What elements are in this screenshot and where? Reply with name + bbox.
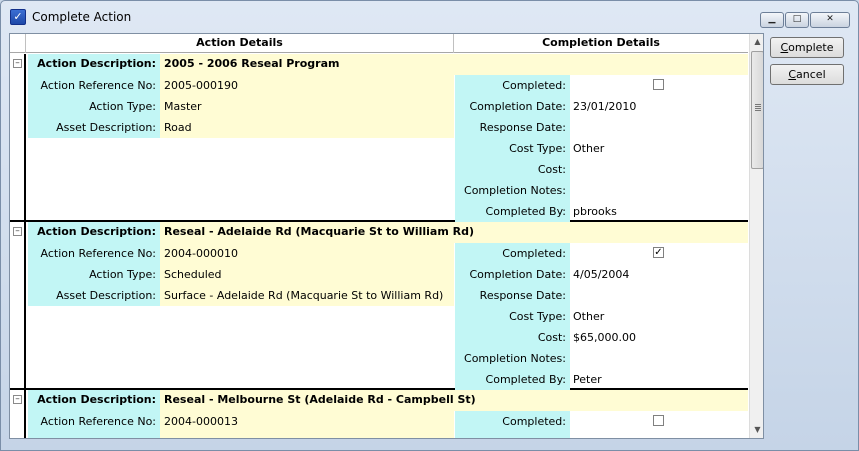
cost-value[interactable] (570, 159, 748, 180)
action-description-value[interactable]: Reseal - Adelaide Rd (Macquarie St to Wi… (164, 222, 474, 243)
cost-label: Cost: (455, 327, 570, 348)
actions-grid: Action Details Completion Details – Acti… (9, 33, 764, 439)
action-group: – Action Description: Reseal - Adelaide … (10, 222, 748, 390)
vertical-scrollbar[interactable]: ▲ ▼ (749, 34, 763, 438)
completion-date-label: Completion Date: (455, 264, 570, 285)
completed-label: Completed: (455, 243, 570, 264)
action-reference-value[interactable]: 2004-000013 (160, 411, 454, 432)
cost-type-label: Cost Type: (455, 138, 570, 159)
grip-icon (755, 104, 761, 112)
action-description-label: Action Description: (28, 222, 160, 243)
asset-description-value[interactable]: Surface - Adelaide Rd (Macquarie St to W… (160, 285, 454, 306)
maximize-icon[interactable]: □ (785, 12, 809, 28)
completion-date-value[interactable]: 4/05/2004 (570, 264, 748, 285)
action-type-label: Action Type: (28, 264, 160, 285)
row-gutter: – (10, 54, 26, 220)
completed-checkbox[interactable] (653, 79, 664, 90)
header-completion-details[interactable]: Completion Details (454, 34, 748, 53)
action-reference-label: Action Reference No: (28, 411, 160, 432)
completed-by-label: Completed By: (455, 369, 570, 390)
asset-description-label: Asset Description: (28, 285, 160, 306)
action-description-label: Action Description: (28, 390, 160, 411)
cost-label: Cost: (455, 159, 570, 180)
row-gutter: – (10, 390, 26, 438)
action-type-value[interactable]: Scheduled (160, 264, 454, 285)
completion-date-value[interactable]: 23/01/2010 (570, 96, 748, 117)
grid-rows: – Action Description: 2005 - 2006 Reseal… (10, 54, 748, 438)
title-bar[interactable]: ✓ Complete Action ▁ □ ✕ (1, 1, 858, 31)
action-description-row: Action Description: Reseal - Melbourne S… (28, 390, 748, 411)
completed-by-value[interactable]: Peter (570, 369, 748, 390)
response-date-label: Response Date: (455, 285, 570, 306)
completed-by-label: Completed By: (455, 201, 570, 222)
header-action-details[interactable]: Action Details (26, 34, 454, 53)
window-controls: ▁ □ ✕ (760, 12, 850, 28)
action-reference-value[interactable]: 2004-000010 (160, 243, 454, 264)
completion-notes-value[interactable] (570, 180, 748, 201)
minimize-icon[interactable]: ▁ (760, 12, 784, 28)
completed-label: Completed: (455, 75, 570, 96)
scroll-down-icon[interactable]: ▼ (750, 422, 763, 438)
scroll-up-icon[interactable]: ▲ (750, 34, 763, 50)
response-date-label: Response Date: (455, 117, 570, 138)
action-description-value[interactable]: Reseal - Melbourne St (Adelaide Rd - Cam… (164, 390, 476, 411)
cost-type-value[interactable]: Other (570, 138, 748, 159)
scroll-thumb[interactable] (751, 51, 763, 169)
action-type-value[interactable]: Master (160, 96, 454, 117)
collapse-icon[interactable]: – (13, 227, 22, 236)
completed-checkbox[interactable]: ✓ (653, 247, 664, 258)
action-group: – Action Description: Reseal - Melbourne… (10, 390, 748, 438)
collapse-icon[interactable]: – (13, 59, 22, 68)
window-title: Complete Action (32, 10, 132, 24)
completion-date-label: Completion Date: (455, 96, 570, 117)
completed-label: Completed: (455, 411, 570, 432)
asset-description-value[interactable]: Road (160, 117, 454, 138)
action-reference-value[interactable]: 2005-000190 (160, 75, 454, 96)
complete-button[interactable]: Complete (770, 37, 844, 58)
action-reference-label: Action Reference No: (28, 75, 160, 96)
completed-checkbox[interactable] (653, 415, 664, 426)
completion-notes-value[interactable] (570, 348, 748, 369)
cost-value[interactable]: $65,000.00 (570, 327, 748, 348)
complete-action-window: ✓ Complete Action ▁ □ ✕ Action Details C… (0, 0, 859, 451)
close-icon[interactable]: ✕ (810, 12, 850, 28)
cancel-button[interactable]: Cancel (770, 64, 844, 85)
action-description-label: Action Description: (28, 54, 160, 75)
response-date-value[interactable] (570, 285, 748, 306)
header-gutter (10, 34, 26, 53)
action-reference-label: Action Reference No: (28, 243, 160, 264)
asset-description-label: Asset Description: (28, 117, 160, 138)
check-form-icon: ✓ (10, 9, 26, 25)
action-description-row: Action Description: 2005 - 2006 Reseal P… (28, 54, 748, 75)
cost-type-value[interactable]: Other (570, 306, 748, 327)
action-group: – Action Description: 2005 - 2006 Reseal… (10, 54, 748, 222)
grid-header: Action Details Completion Details (10, 34, 748, 53)
completion-notes-label: Completion Notes: (455, 180, 570, 201)
collapse-icon[interactable]: – (13, 395, 22, 404)
action-description-row: Action Description: Reseal - Adelaide Rd… (28, 222, 748, 243)
action-type-label: Action Type: (28, 96, 160, 117)
completed-by-value[interactable]: pbrooks (570, 201, 748, 222)
response-date-value[interactable] (570, 117, 748, 138)
row-gutter: – (10, 222, 26, 388)
completion-notes-label: Completion Notes: (455, 348, 570, 369)
action-description-value[interactable]: 2005 - 2006 Reseal Program (164, 54, 339, 75)
cost-type-label: Cost Type: (455, 306, 570, 327)
